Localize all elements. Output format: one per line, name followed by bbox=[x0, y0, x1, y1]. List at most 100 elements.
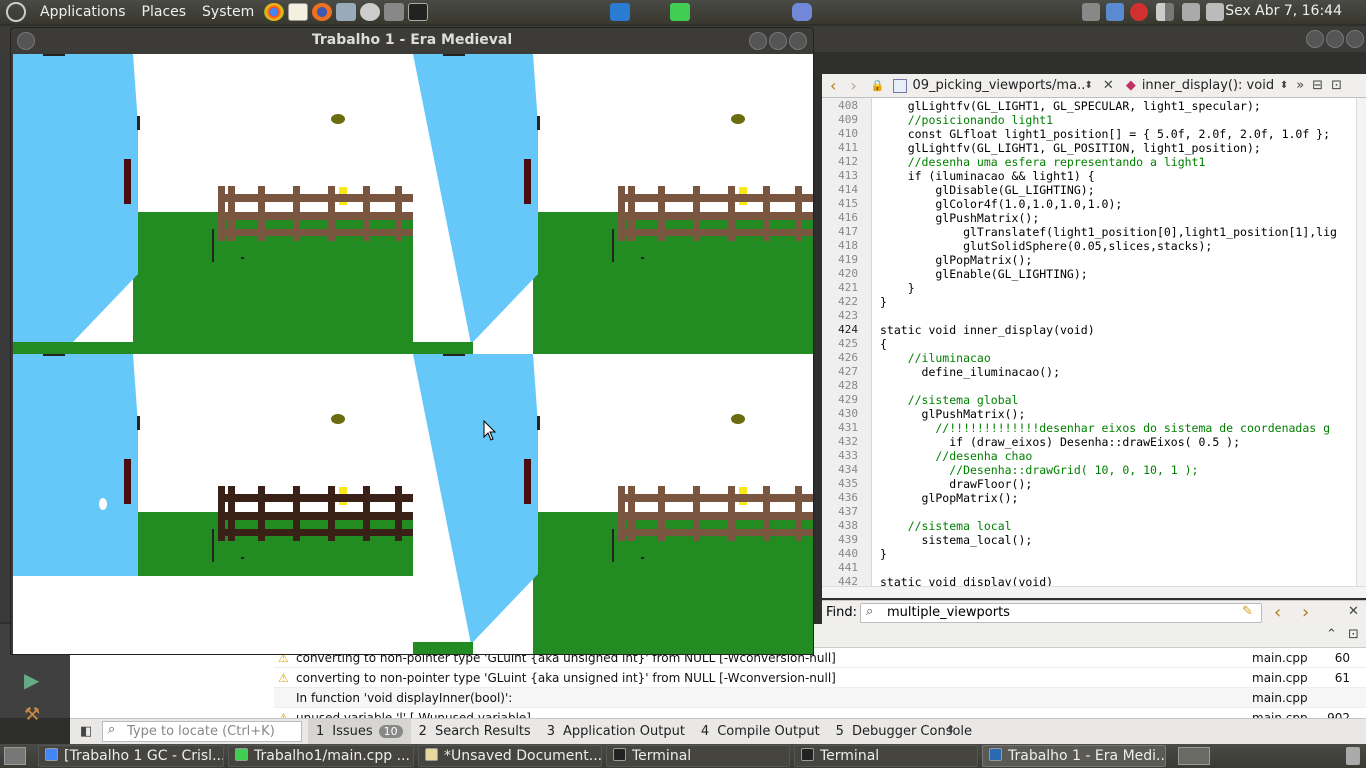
horizontal-scrollbar[interactable] bbox=[822, 586, 1366, 598]
output-tab-2[interactable]: 2 Search Results bbox=[411, 719, 539, 745]
toggle-sidebar-icon[interactable]: ◧ bbox=[80, 724, 92, 739]
code-line: static void display(void) bbox=[880, 575, 1054, 586]
issue-text: In function 'void displayInner(bool)': bbox=[296, 691, 513, 705]
gl-maximize-icon[interactable] bbox=[769, 32, 787, 50]
fence-post bbox=[363, 486, 370, 541]
chrome-launcher-icon[interactable] bbox=[264, 3, 285, 21]
expand-pane-icon[interactable]: ⌃ bbox=[1326, 627, 1337, 642]
close-pane-icon[interactable]: ⊡ bbox=[1348, 627, 1359, 642]
nav-forward-icon[interactable]: › bbox=[850, 76, 856, 95]
taskbar-task[interactable]: Trabalho1/main.cpp ... bbox=[228, 745, 414, 767]
marker bbox=[641, 557, 644, 559]
bluetooth-icon[interactable] bbox=[1106, 3, 1124, 21]
gl-minimize-icon[interactable] bbox=[749, 32, 767, 50]
line-number: 436 bbox=[838, 491, 858, 504]
function-combo[interactable]: inner_display(): void bbox=[1142, 78, 1280, 93]
close-file-icon[interactable]: ✕ bbox=[1103, 78, 1114, 93]
text-editor-launcher-icon[interactable] bbox=[288, 3, 309, 21]
more-icon[interactable]: » bbox=[1296, 78, 1304, 93]
issue-file: main.cpp bbox=[1252, 691, 1308, 705]
taskbar-task[interactable]: Terminal bbox=[606, 745, 790, 767]
split-icon[interactable]: ⊟ bbox=[1312, 78, 1323, 93]
ubuntu-logo-icon[interactable] bbox=[6, 2, 26, 22]
workspace-switcher[interactable] bbox=[1178, 747, 1210, 765]
fence-post bbox=[328, 486, 335, 541]
file-combo[interactable]: 09_picking_viewports/ma... bbox=[913, 78, 1085, 93]
taskbar-task[interactable]: [Trabalho 1 GC - Crisl... bbox=[38, 745, 224, 767]
minimize-icon[interactable] bbox=[1306, 30, 1324, 48]
find-previous-icon[interactable]: ‹ bbox=[1274, 602, 1281, 623]
gl-window[interactable]: Trabalho 1 - Era Medieval bbox=[10, 27, 814, 655]
clear-find-icon[interactable]: ✎ bbox=[1242, 604, 1253, 619]
file-combo-arrow-icon[interactable]: ⬍ bbox=[1085, 80, 1093, 91]
close-find-icon[interactable]: ✕ bbox=[1348, 604, 1359, 619]
terminal-launcher-icon[interactable] bbox=[408, 3, 429, 21]
dropbox-icon[interactable] bbox=[1082, 3, 1100, 21]
fence-post bbox=[293, 486, 300, 541]
screenshot-launcher-icon[interactable] bbox=[384, 3, 405, 21]
gl-canvas[interactable] bbox=[13, 54, 813, 654]
build-icon[interactable]: ⚒ bbox=[24, 704, 40, 725]
maximize-icon[interactable] bbox=[1326, 30, 1344, 48]
qtcreator-launcher-icon[interactable] bbox=[670, 3, 691, 21]
gl-viewport[interactable] bbox=[13, 354, 413, 654]
output-tab-4[interactable]: 4 Compile Output bbox=[693, 719, 828, 745]
network-signal-icon[interactable] bbox=[1156, 3, 1174, 21]
issue-row[interactable]: In function 'void displayInner(bool)': ma… bbox=[274, 688, 1366, 708]
output-tab-1[interactable]: 1 Issues 10 bbox=[308, 719, 411, 745]
code-line: //desenha chao bbox=[880, 449, 1033, 463]
gmail-icon[interactable] bbox=[1130, 3, 1148, 21]
code-editor[interactable]: glLightfv(GL_LIGHT1, GL_SPECULAR, light1… bbox=[872, 98, 1356, 586]
taskbar-task[interactable]: Trabalho 1 - Era Medi... bbox=[982, 745, 1166, 767]
calendar-icon[interactable] bbox=[1206, 3, 1224, 21]
issue-row[interactable]: ⚠ converting to non-pointer type 'GLuint … bbox=[274, 668, 1366, 688]
fence-post bbox=[763, 486, 770, 541]
editor-toolbar: ‹ › 🔒 09_picking_viewports/ma... ⬍ ✕ ◆ i… bbox=[822, 74, 1366, 98]
nav-back-icon[interactable]: ‹ bbox=[830, 76, 836, 95]
gl-viewport[interactable] bbox=[413, 54, 813, 354]
mouse-cursor-icon bbox=[483, 420, 497, 441]
discord-launcher-icon[interactable] bbox=[792, 3, 813, 21]
vscode-launcher-icon[interactable] bbox=[610, 3, 631, 21]
run-icon[interactable]: ▶ bbox=[24, 668, 39, 692]
gl-viewport[interactable] bbox=[13, 54, 413, 354]
tab-label: Search Results bbox=[434, 724, 531, 739]
find-next-icon[interactable]: › bbox=[1302, 602, 1309, 623]
gl-window-menu-icon[interactable] bbox=[17, 32, 35, 50]
code-line: glPopMatrix(); bbox=[880, 253, 1033, 267]
code-line: glutSolidSphere(0.05,slices,stacks); bbox=[880, 239, 1213, 253]
taskbar-task[interactable]: Terminal bbox=[794, 745, 978, 767]
locate-input[interactable]: Type to locate (Ctrl+K) bbox=[102, 721, 302, 742]
trash-icon[interactable] bbox=[1346, 747, 1360, 765]
issues-list[interactable]: ⚠ converting to non-pointer type 'GLuint … bbox=[274, 648, 1366, 718]
output-tab-3[interactable]: 3 Application Output bbox=[539, 719, 693, 745]
qtc-editor-header bbox=[814, 52, 1366, 74]
wall-top bbox=[43, 354, 65, 356]
gl-viewport[interactable] bbox=[413, 354, 813, 654]
gl-close-icon[interactable] bbox=[789, 32, 807, 50]
clock[interactable]: Sex Abr 7, 16:44 bbox=[1225, 3, 1342, 19]
firefox-launcher-icon[interactable] bbox=[312, 3, 333, 21]
line-number: 422 bbox=[838, 295, 858, 308]
light-object bbox=[331, 414, 345, 424]
volume-icon[interactable] bbox=[1182, 3, 1200, 21]
door bbox=[524, 159, 531, 204]
menu-applications[interactable]: Applications bbox=[32, 4, 134, 20]
vertical-scrollbar[interactable] bbox=[1356, 98, 1366, 586]
network-launcher-icon[interactable] bbox=[360, 3, 381, 21]
code-line: //sistema local bbox=[880, 519, 1012, 533]
output-tab-5[interactable]: 5 Debugger Console bbox=[828, 719, 980, 745]
qtc-mode-strip bbox=[0, 52, 10, 622]
menu-places[interactable]: Places bbox=[134, 4, 195, 20]
find-input[interactable]: multiple_viewports bbox=[860, 603, 1262, 623]
taskbar-task[interactable]: *Unsaved Document... bbox=[418, 745, 602, 767]
menu-system[interactable]: System bbox=[194, 4, 262, 20]
function-combo-arrow-icon[interactable]: ⬍ bbox=[1280, 80, 1288, 91]
issue-row[interactable]: ⚠ unused variable 'l' [-Wunused-variable]… bbox=[274, 708, 1366, 718]
close-split-icon[interactable]: ⊡ bbox=[1331, 78, 1342, 93]
show-desktop-icon[interactable] bbox=[4, 747, 26, 765]
close-icon[interactable] bbox=[1346, 30, 1364, 48]
tabs-arrows-icon[interactable]: ⬍ bbox=[946, 723, 955, 736]
line-number: 423 bbox=[838, 309, 858, 322]
files-launcher-icon[interactable] bbox=[336, 3, 357, 21]
